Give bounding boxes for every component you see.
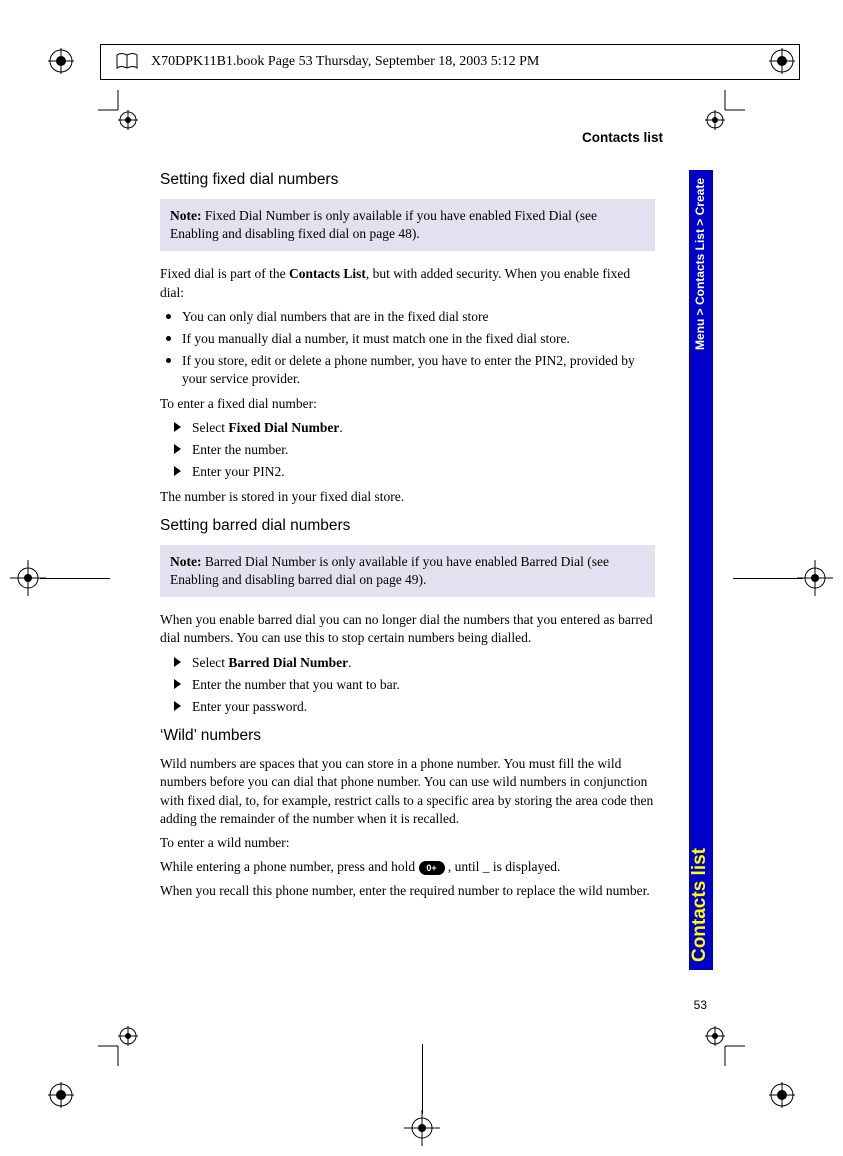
reg-mark-icon <box>48 48 74 74</box>
sidebar-title: Contacts list <box>689 848 711 962</box>
body-text: Fixed dial is part of the Contacts List,… <box>160 265 655 301</box>
crop-mark-icon <box>705 90 745 130</box>
crop-mark-icon <box>404 1110 440 1146</box>
note-body: Fixed Dial Number is only available if y… <box>170 208 597 241</box>
body-text: When you enable barred dial you can no l… <box>160 611 655 647</box>
heading-barred-dial: Setting barred dial numbers <box>160 516 655 537</box>
list-item: Enter the number that you want to bar. <box>166 676 655 694</box>
step-list: Select Barred Dial Number. Enter the num… <box>160 654 655 717</box>
note-fixed-dial: Note: Fixed Dial Number is only availabl… <box>160 199 655 251</box>
crop-mark-icon <box>705 1026 745 1066</box>
note-lead: Note: <box>170 554 201 569</box>
note-body: Barred Dial Number is only available if … <box>170 554 609 587</box>
list-item: Enter your password. <box>166 698 655 716</box>
sidebar-breadcrumb: Menu > Contacts List > Create <box>693 178 707 350</box>
reg-mark-icon <box>48 1082 74 1108</box>
list-item: If you store, edit or delete a phone num… <box>160 352 655 388</box>
heading-fixed-dial: Setting fixed dial numbers <box>160 170 655 191</box>
note-barred-dial: Note: Barred Dial Number is only availab… <box>160 545 655 597</box>
print-header: X70DPK11B1.book Page 53 Thursday, Septem… <box>100 44 800 80</box>
note-lead: Note: <box>170 208 201 223</box>
bullet-list: You can only dial numbers that are in th… <box>160 308 655 389</box>
crop-mark-icon <box>98 90 138 130</box>
page-number: 53 <box>694 998 707 1012</box>
crop-line <box>422 1044 423 1114</box>
step-list: Select Fixed Dial Number. Enter the numb… <box>160 419 655 482</box>
body-text: Wild numbers are spaces that you can sto… <box>160 755 655 828</box>
list-item: Enter your PIN2. <box>166 463 655 481</box>
list-item: Select Barred Dial Number. <box>166 654 655 672</box>
crop-line <box>40 578 110 579</box>
zero-key-icon: 0+ <box>419 861 445 875</box>
section-label: Contacts list <box>582 130 663 145</box>
body-text: While entering a phone number, press and… <box>160 858 655 876</box>
list-item: If you manually dial a number, it must m… <box>160 330 655 348</box>
print-header-text: X70DPK11B1.book Page 53 Thursday, Septem… <box>151 54 539 70</box>
reg-mark-icon <box>769 1082 795 1108</box>
book-icon <box>115 52 139 72</box>
list-item: Select Fixed Dial Number. <box>166 419 655 437</box>
crop-line <box>733 578 803 579</box>
body-text: The number is stored in your fixed dial … <box>160 488 655 506</box>
body-text: To enter a fixed dial number: <box>160 395 655 413</box>
body-text: To enter a wild number: <box>160 834 655 852</box>
page-content: Setting fixed dial numbers Note: Fixed D… <box>160 170 655 907</box>
heading-wild-numbers: ‘Wild’ numbers <box>160 726 655 747</box>
sidebar-tab: Menu > Contacts List > Create Contacts l… <box>689 170 713 970</box>
list-item: You can only dial numbers that are in th… <box>160 308 655 326</box>
crop-mark-icon <box>98 1026 138 1066</box>
body-text: When you recall this phone number, enter… <box>160 882 655 900</box>
list-item: Enter the number. <box>166 441 655 459</box>
